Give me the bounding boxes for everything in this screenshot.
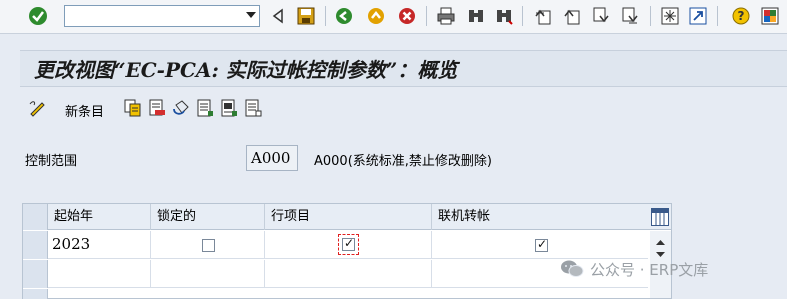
column-header-locked[interactable]: 锁定的 — [151, 204, 265, 230]
copy-as-icon[interactable] — [124, 99, 142, 117]
scroll-up-icon — [656, 240, 665, 245]
start-year-cell[interactable] — [48, 260, 151, 288]
table-settings-icon[interactable] — [651, 208, 669, 226]
online-transfer-cell — [432, 231, 648, 259]
save-icon[interactable] — [296, 6, 316, 26]
watermark-text: 公众号 · ERP文库 — [590, 260, 709, 279]
up-icon[interactable] — [366, 6, 386, 26]
new-session-icon[interactable] — [660, 6, 680, 26]
column-header-start-year[interactable]: 起始年 — [48, 204, 151, 230]
line-items-cell — [265, 231, 432, 259]
select-all-icon[interactable] — [196, 99, 214, 117]
cancel-icon[interactable] — [397, 6, 417, 26]
column-header-line-items[interactable]: 行项目 — [265, 204, 432, 230]
table-row: 2023 — [23, 231, 648, 259]
find-icon[interactable] — [466, 6, 486, 26]
table-row — [23, 260, 648, 288]
select-all-cell[interactable] — [23, 204, 48, 230]
chevron-down-icon[interactable] — [246, 12, 256, 18]
shortcut-icon[interactable] — [688, 6, 708, 26]
edit-pencil-icon[interactable] — [28, 99, 46, 117]
row-selector[interactable] — [23, 231, 48, 259]
locked-cell — [151, 231, 265, 259]
title-bar: 更改视图“EC-PCA: 实际过帐控制参数”：概览 — [20, 50, 787, 87]
svg-text:?: ? — [738, 9, 745, 23]
locked-cell[interactable] — [151, 260, 265, 288]
print-icon[interactable] — [436, 6, 456, 26]
system-toolbar: ? — [0, 0, 787, 34]
application-toolbar: 新条目 — [20, 92, 787, 126]
select-block-icon[interactable] — [220, 99, 238, 117]
column-header-online-transfer[interactable]: 联机转帐 — [432, 204, 648, 230]
help-icon[interactable]: ? — [731, 6, 751, 26]
page-title: 更改视图“EC-PCA: 实际过帐控制参数”：概览 — [34, 58, 458, 82]
next-page-icon[interactable] — [591, 6, 611, 26]
control-area-label: 控制范围 — [25, 154, 78, 169]
back-icon[interactable] — [268, 6, 288, 26]
row-selector[interactable] — [23, 260, 48, 288]
line-items-cell[interactable] — [265, 260, 432, 288]
command-field[interactable] — [64, 5, 260, 27]
undo-change-icon[interactable] — [172, 99, 190, 117]
find-next-icon[interactable] — [494, 6, 514, 26]
first-page-icon[interactable] — [533, 6, 553, 26]
watermark: 公众号 · ERP文库 — [560, 256, 708, 282]
layout-icon[interactable] — [760, 6, 780, 26]
locked-checkbox[interactable] — [202, 239, 215, 252]
control-area-field[interactable]: A000 — [246, 145, 298, 171]
posting-control-table: 起始年 锁定的 行项目 联机转帐 2023 — [22, 203, 672, 299]
previous-page-icon[interactable] — [562, 6, 582, 26]
control-area-description: A000(系统标准,禁止修改删除) — [314, 154, 492, 169]
table-row — [23, 289, 648, 299]
delete-icon[interactable] — [148, 99, 166, 117]
row-selector[interactable] — [23, 289, 48, 299]
table-header: 起始年 锁定的 行项目 联机转帐 — [23, 204, 671, 230]
deselect-all-icon[interactable] — [244, 99, 262, 117]
check-icon[interactable] — [28, 6, 48, 26]
online-transfer-checkbox[interactable] — [535, 237, 548, 252]
start-year-value: 2023 — [52, 235, 91, 253]
exit-icon[interactable] — [334, 6, 354, 26]
last-page-icon[interactable] — [620, 6, 640, 26]
start-year-cell[interactable]: 2023 — [48, 231, 151, 259]
wechat-logo-icon — [561, 260, 584, 277]
line-items-checkbox[interactable] — [342, 236, 355, 251]
new-entries-button[interactable]: 新条目 — [65, 101, 104, 120]
